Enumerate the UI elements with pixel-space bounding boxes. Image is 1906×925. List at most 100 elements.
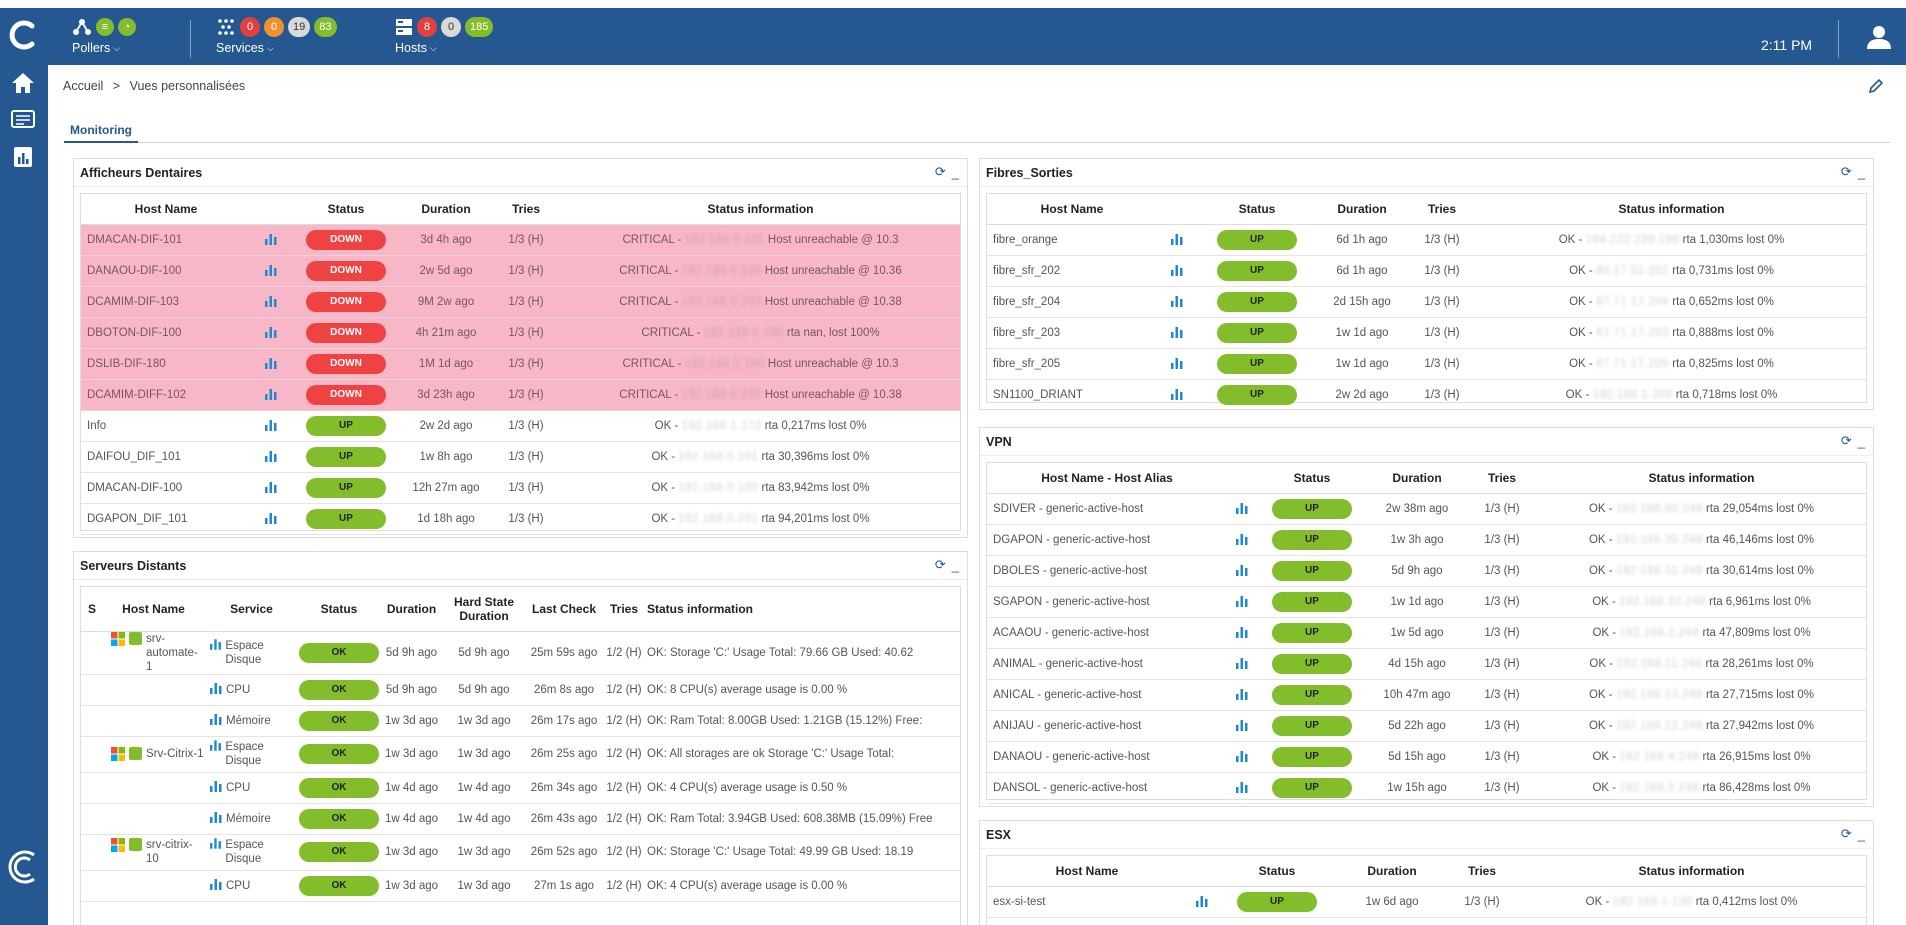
minimize-icon[interactable]: _: [952, 558, 959, 573]
graph-icon[interactable]: [1236, 750, 1248, 762]
host-name[interactable]: DANSOL - generic-active-host: [987, 772, 1227, 804]
monitoring-list-icon[interactable]: [10, 108, 36, 132]
refresh-icon[interactable]: ⟳: [935, 164, 946, 180]
graph-icon[interactable]: [210, 838, 221, 849]
column-header[interactable]: Tries: [491, 194, 561, 225]
column-header[interactable]: Host Name: [987, 194, 1157, 225]
table-row[interactable]: CPU OK 5d 9h ago 5d 9h ago 26m 8s ago 1/2 (H)…: [81, 674, 960, 706]
graph-icon[interactable]: [1171, 326, 1183, 338]
table-row[interactable]: ACAAOU - generic-active-host UP 1w 5d ago 1…: [987, 617, 1866, 649]
column-header[interactable]: Service: [204, 587, 299, 632]
column-header[interactable]: Hard State Duration: [444, 587, 524, 632]
reporting-chart-icon[interactable]: [10, 145, 36, 169]
host-name[interactable]: ACAAOU - generic-active-host: [987, 617, 1227, 649]
graph-icon[interactable]: [265, 450, 277, 462]
table-row[interactable]: SDIVER - generic-active-host UP 2w 38m ago…: [987, 493, 1866, 525]
services-critical-count[interactable]: 0: [240, 17, 260, 37]
column-header[interactable]: Status information: [561, 194, 960, 225]
column-header[interactable]: Host Name: [103, 587, 204, 632]
graph-icon[interactable]: [210, 638, 221, 650]
host-name[interactable]: DAIFOU_DIF_101: [81, 441, 251, 473]
graph-icon[interactable]: [265, 295, 277, 307]
column-header[interactable]: Tries: [1407, 194, 1477, 225]
column-header[interactable]: Duration: [1337, 856, 1447, 887]
service-name[interactable]: CPU: [226, 683, 250, 697]
hosts-unreachable-count[interactable]: 0: [441, 17, 461, 37]
host-name[interactable]: fibre_sfr_202: [987, 255, 1157, 287]
graph-icon[interactable]: [1171, 295, 1183, 307]
table-row[interactable]: DBOLES - generic-active-host UP 5d 9h ago 1…: [987, 555, 1866, 587]
refresh-icon[interactable]: ⟳: [1841, 164, 1852, 180]
refresh-icon[interactable]: ⟳: [1841, 433, 1852, 449]
minimize-icon[interactable]: _: [1858, 434, 1865, 449]
service-name[interactable]: CPU: [226, 879, 250, 893]
host-name[interactable]: DMACAN-DIF-100: [81, 472, 251, 504]
column-header[interactable]: Last Check: [524, 587, 604, 632]
column-header[interactable]: Tries: [604, 587, 644, 632]
table-row[interactable]: DANAOU-DIF-100 DOWN 2w 5d ago 1/3 (H) CRITIC…: [81, 255, 960, 287]
host-name[interactable]: Srv-Citrix-1: [146, 747, 204, 761]
service-name[interactable]: Espace Disque: [225, 639, 299, 667]
host-name[interactable]: DSLIB-DIF-180: [81, 348, 251, 380]
graph-icon[interactable]: [1236, 595, 1248, 607]
table-row[interactable]: DANSOL - generic-active-host UP 1w 15h ago…: [987, 772, 1866, 804]
host-name[interactable]: DBOTON-DIF-100: [81, 317, 251, 349]
hosts-down-count[interactable]: 8: [417, 17, 437, 37]
graph-icon[interactable]: [210, 878, 222, 890]
column-header[interactable]: Status: [291, 194, 401, 225]
service-name[interactable]: Espace Disque: [225, 740, 299, 768]
table-row[interactable]: ANICAL - generic-active-host UP 10h 47m ag…: [987, 679, 1866, 711]
user-profile-icon[interactable]: [1866, 24, 1892, 50]
hosts-up-count[interactable]: 185: [465, 17, 494, 37]
graph-icon[interactable]: [1171, 233, 1183, 245]
graph-icon[interactable]: [1171, 357, 1183, 369]
graph-icon[interactable]: [210, 682, 222, 694]
table-row[interactable]: DANAOU - generic-active-host UP 5d 15h ago…: [987, 741, 1866, 773]
graph-icon[interactable]: [265, 512, 277, 524]
column-header[interactable]: Status information: [644, 587, 960, 632]
column-header[interactable]: Status information: [1537, 463, 1866, 494]
table-row[interactable]: DGAPON_DIF_101 UP 1d 18h ago 1/3 (H) OK - 19…: [81, 503, 960, 535]
minimize-icon[interactable]: _: [952, 165, 959, 180]
refresh-icon[interactable]: ⟳: [935, 557, 946, 573]
host-name[interactable]: DCAMIM-DIFF-102: [81, 379, 251, 411]
table-row[interactable]: Info UP 2w 2d ago 1/3 (H) OK - 192.168.1.172…: [81, 410, 960, 442]
graph-icon[interactable]: [265, 388, 277, 400]
table-row[interactable]: SGAPON - generic-active-host UP 1w 1d ago 1…: [987, 586, 1866, 618]
column-header[interactable]: Status: [1257, 463, 1367, 494]
graph-icon[interactable]: [1236, 533, 1248, 545]
breadcrumb-current[interactable]: Vues personnalisées: [130, 79, 246, 93]
column-header[interactable]: Duration: [1367, 463, 1467, 494]
services-warning-count[interactable]: 0: [264, 17, 284, 37]
minimize-icon[interactable]: _: [1858, 165, 1865, 180]
table-row[interactable]: esx-si-test UP 1w 6d ago 1/3 (H) OK - 192.16…: [987, 886, 1866, 918]
graph-icon[interactable]: [265, 264, 277, 276]
graph-icon[interactable]: [1236, 626, 1248, 638]
host-name[interactable]: esx-si-test: [987, 886, 1187, 918]
column-header[interactable]: Host Name: [987, 856, 1187, 887]
column-header[interactable]: Host Name - Host Alias: [987, 463, 1227, 494]
graph-icon[interactable]: [1236, 719, 1248, 731]
table-row[interactable]: SN1100_DRIANT UP 2w 2d ago 1/3 (H) OK - 192.…: [987, 379, 1866, 409]
host-name[interactable]: fibre_sfr_204: [987, 286, 1157, 318]
column-header[interactable]: Duration: [1317, 194, 1407, 225]
column-header[interactable]: Host Name: [81, 194, 251, 225]
services-unknown-count[interactable]: 19: [288, 17, 311, 37]
graph-icon[interactable]: [210, 740, 221, 751]
graph-icon[interactable]: [265, 357, 277, 369]
services-menu[interactable]: 0 0 19 83 Services ⌵: [216, 16, 337, 55]
host-name[interactable]: DMACAN-DIF-101: [81, 224, 251, 256]
refresh-icon[interactable]: ⟳: [1841, 826, 1852, 842]
host-name[interactable]: fibre_sfr_203: [987, 317, 1157, 349]
graph-icon[interactable]: [1236, 657, 1248, 669]
graph-icon[interactable]: [210, 713, 222, 725]
host-name[interactable]: fibre_orange: [987, 224, 1157, 256]
host-name[interactable]: DBOLES - generic-active-host: [987, 555, 1227, 587]
host-name[interactable]: DANAOU-DIF-100: [81, 255, 251, 287]
host-name[interactable]: DGAPON_DIF_101: [81, 503, 251, 535]
host-name[interactable]: DANAOU - generic-active-host: [987, 741, 1227, 773]
graph-icon[interactable]: [1196, 895, 1208, 907]
host-name[interactable]: DCAMIM-DIF-103: [81, 286, 251, 318]
column-header[interactable]: Status: [1197, 194, 1317, 225]
column-header[interactable]: Duration: [401, 194, 491, 225]
